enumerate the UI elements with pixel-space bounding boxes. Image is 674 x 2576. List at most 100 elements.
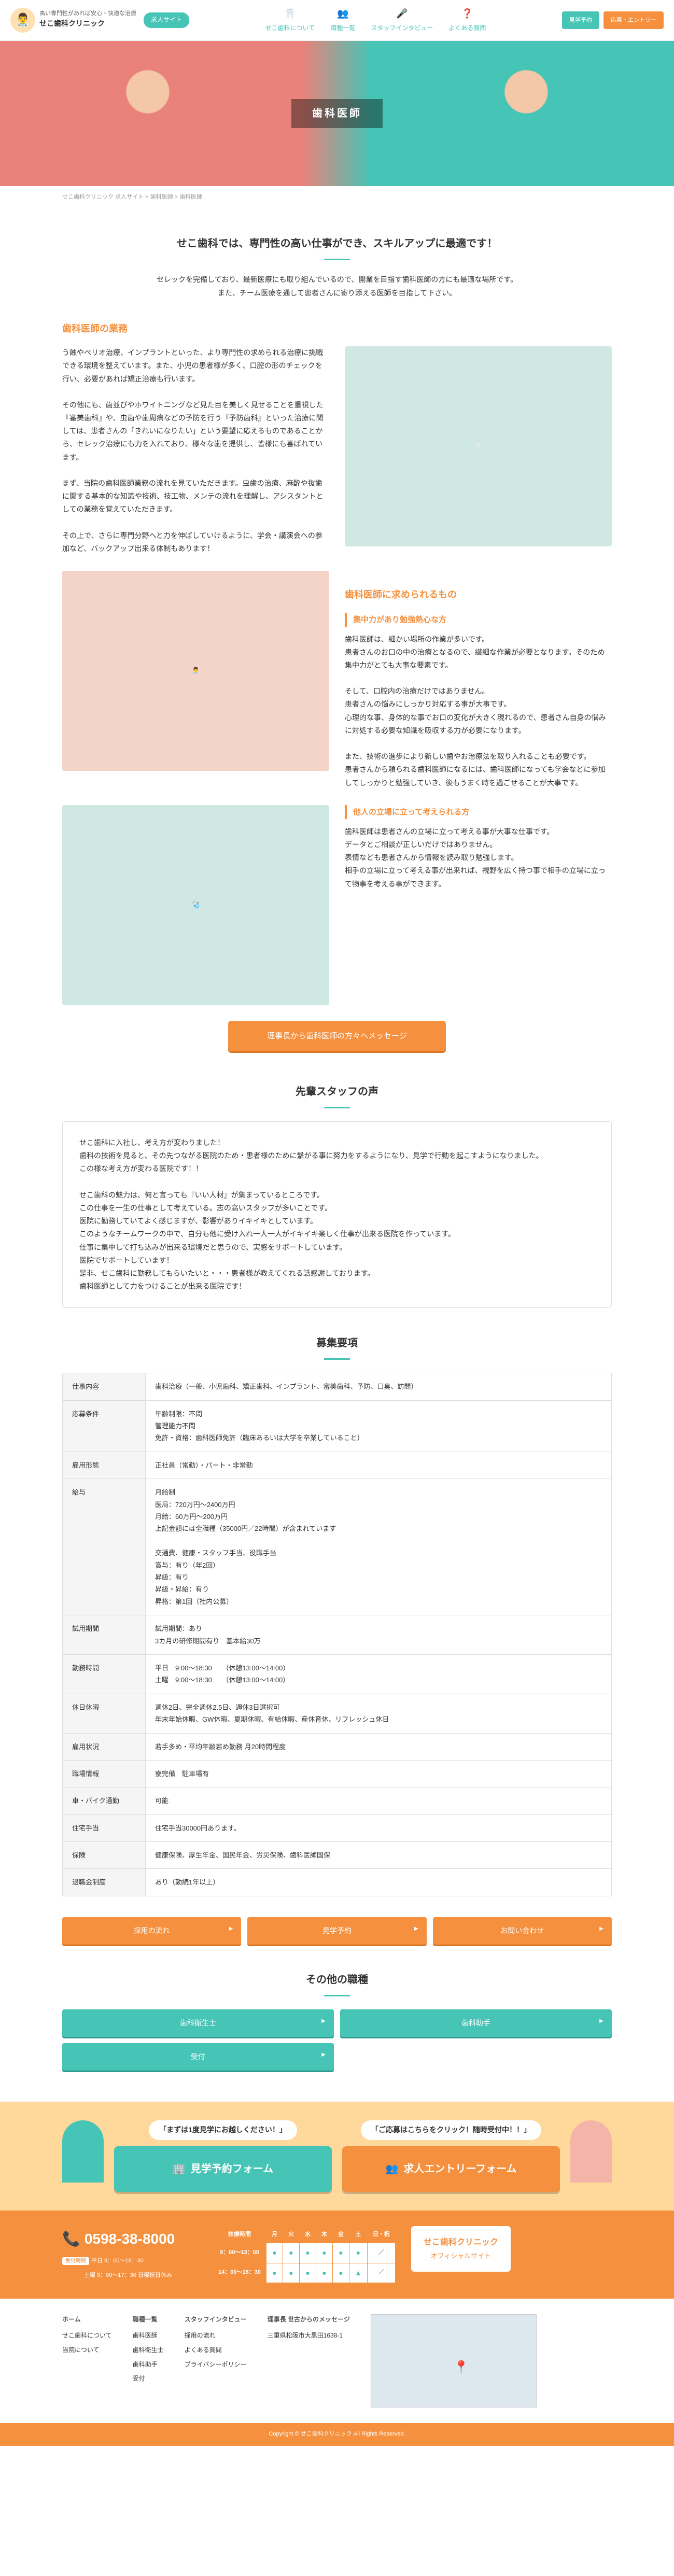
table-cell: 平日 9:00〜18:30 （休憩13:00〜14:00） 土曜 9:00〜18… (146, 1654, 612, 1694)
photo-treatment-2: 🩺 (62, 805, 329, 1005)
table-header: 休日休暇 (63, 1694, 146, 1733)
duties-body: う蝕やぺリオ治療、インプラントといった、より専門性の求められる治療に挑戦できる環… (62, 346, 329, 555)
other-job-assistant[interactable]: 歯科助手 (340, 2009, 612, 2037)
action-button[interactable]: 採用の流れ (62, 1917, 241, 1945)
table-header: 雇用形態 (63, 1452, 146, 1479)
action-button[interactable]: お問い合わせ (433, 1917, 612, 1945)
director-message-button[interactable]: 理事長から歯科医師の方々へメッセージ (228, 1021, 446, 1051)
cta-person-right (570, 2120, 612, 2183)
logo[interactable]: 👨‍⚕️ 高い専門性があれば安心・快適な治療 せこ歯科クリニック 求人サイト (10, 8, 189, 33)
req-body1: 歯科医師は、細かい場所の作業が多いです。 患者さんのお口の中の治療となるので、繊… (345, 633, 612, 790)
footer-nav-link[interactable]: プライバシーポリシー (185, 2359, 247, 2371)
building-icon: 🏢 (173, 2160, 186, 2178)
intro-text: セレックを完備しており、最新医療にも取り組んでいるので、開業を目指す歯科医師の方… (62, 273, 612, 299)
footer-nav-link[interactable]: よくある質問 (185, 2345, 247, 2356)
table-header: 勤務時間 (63, 1654, 146, 1694)
footer-nav-link[interactable]: 受付 (133, 2373, 164, 2385)
hours-weekday: 平日 9：00〜18：30 (91, 2258, 144, 2264)
table-cell: 住宅手当30000円あります。 (146, 1814, 612, 1841)
visit-form-button[interactable]: 🏢見学予約フォーム (114, 2146, 332, 2192)
page-headline: せこ歯科では、専門性の高い仕事ができ、スキルアップに最適です！ (62, 234, 612, 260)
table-header: 仕事内容 (63, 1373, 146, 1400)
main-nav: 🦷せこ歯科について 👥職種一覧 🎤スタッフインタビュー ❓よくある質問 (265, 6, 486, 34)
table-cell: 試用期間：あり 3カ月の研修期間有り 基本給30万 (146, 1615, 612, 1655)
cta-person-left (62, 2120, 104, 2183)
nav-icon: 🦷 (283, 6, 297, 21)
photo-doctor-1: 👨‍⚕️ (62, 571, 329, 771)
table-cell: あり（勤続1年以上） (146, 1869, 612, 1896)
breadcrumb: せこ歯科クリニック 求人サイト > 歯科医師 > 歯科医師 (62, 186, 612, 209)
cta-strip: 「まずは1度見学にお越しください！」 🏢見学予約フォーム 「ご応募はこちらをクリ… (0, 2102, 674, 2210)
nav-icon: 👥 (335, 6, 350, 21)
clinic-name: せこ歯科クリニック (39, 19, 105, 27)
people-icon: 👥 (385, 2160, 398, 2178)
voice-heading: 先輩スタッフの声 (62, 1082, 612, 1108)
map[interactable] (371, 2314, 537, 2408)
table-cell: 寮完備 駐車場有 (146, 1760, 612, 1787)
other-job-hygienist[interactable]: 歯科衛生士 (62, 2009, 334, 2037)
official-site-link[interactable]: せこ歯科クリニック オフィシャルサイト (411, 2226, 511, 2272)
table-cell: 歯科治療（一般、小児歯科、矯正歯科、インプラント、審美歯科、予防、口臭、訪問） (146, 1373, 612, 1400)
header-visit-button[interactable]: 見学予約 (562, 11, 599, 29)
voice-box: せこ歯科に入社し、考え方が変わりました！ 歯科の技術を見ると、その先つながる医院… (62, 1121, 612, 1308)
table-header: 住宅手当 (63, 1814, 146, 1841)
footer-nav-link[interactable]: 三重県松阪市大黒田1638-1 (268, 2330, 350, 2342)
footer-nav-link[interactable]: せこ歯科について (62, 2330, 112, 2342)
footer-nav-heading: 理事長 世古からのメッセージ (268, 2314, 350, 2326)
entry-form-button[interactable]: 👥求人エントリーフォーム (342, 2146, 560, 2192)
copyright: Copyright © せこ歯科クリニック All Rights Reserve… (0, 2423, 674, 2446)
footer-nav-link[interactable]: 歯科衛生士 (133, 2345, 164, 2356)
table-header: 試用期間 (63, 1615, 146, 1655)
hero: 歯科医師 (0, 41, 674, 186)
hours-table: 診療時間月火水木金土日・祝9：00〜13：00●●●●●●／14：00〜18：3… (213, 2226, 396, 2283)
footer-nav-link[interactable]: 歯科医師 (133, 2330, 164, 2342)
footer-nav: ホームせこ歯科について当院について職種一覧歯科医師歯科衛生士歯科助手受付スタッフ… (0, 2299, 674, 2423)
table-header: 職場情報 (63, 1760, 146, 1787)
table-cell: 月給制 医局：720万円〜2400万円 月給：60万円〜200万円 上記金額には… (146, 1479, 612, 1615)
hero-title: 歯科医師 (291, 99, 383, 128)
table-header: 車・バイク通勤 (63, 1787, 146, 1814)
logo-icon: 👨‍⚕️ (10, 8, 35, 33)
footer-nav-heading: スタッフインタビュー (185, 2314, 247, 2326)
nav-item[interactable]: 🦷せこ歯科について (265, 6, 315, 34)
logo-tagline: 高い専門性があれば安心・快適な治療 (39, 10, 136, 17)
nav-icon: ❓ (460, 6, 474, 21)
cta-left-label: 「まずは1度見学にお越しください！」 (149, 2120, 297, 2139)
header-entry-button[interactable]: 応募・エントリー (603, 11, 664, 29)
other-job-reception[interactable]: 受付 (62, 2043, 334, 2071)
hero-person-left (101, 51, 194, 186)
footer-nav-link[interactable]: 当院について (62, 2345, 112, 2356)
other-jobs-heading: その他の職種 (62, 1970, 612, 1996)
table-cell: 週休2日、完全週休2.5日、週休3日選択可 年末年始休暇、GW休暇、夏期休暇、有… (146, 1694, 612, 1733)
site-badge: 求人サイト (144, 12, 189, 28)
recruit-table: 仕事内容歯科治療（一般、小児歯科、矯正歯科、インプラント、審美歯科、予防、口臭、… (62, 1373, 612, 1896)
recruit-heading: 募集要項 (62, 1334, 612, 1360)
phone-icon: 📞 (62, 2226, 80, 2252)
req-sub1: 集中力があり勉強熱心な方 (345, 613, 612, 627)
nav-item[interactable]: 👥職種一覧 (330, 6, 355, 34)
nav-item[interactable]: ❓よくある質問 (448, 6, 486, 34)
cta-right-label: 「ご応募はこちらをクリック！随時受付中！！」 (361, 2120, 541, 2139)
table-cell: 若手多め・平均年齢若め勤務 月20時間程度 (146, 1733, 612, 1760)
table-cell: 可能 (146, 1787, 612, 1814)
table-header: 退職金制度 (63, 1869, 146, 1896)
footer-nav-link[interactable]: 採用の流れ (185, 2330, 247, 2342)
photo-treatment-1: 🦷 (345, 346, 612, 546)
table-header: 応募条件 (63, 1400, 146, 1452)
footer-nav-link[interactable]: 歯科助手 (133, 2359, 164, 2371)
table-header: 給与 (63, 1479, 146, 1615)
nav-item[interactable]: 🎤スタッフインタビュー (371, 6, 433, 34)
req-sub2: 他人の立場に立って考えられる方 (345, 805, 612, 819)
table-cell: 正社員（常勤）・パート・非常勤 (146, 1452, 612, 1479)
nav-icon: 🎤 (395, 6, 409, 21)
table-header: 雇用状況 (63, 1733, 146, 1760)
req-body2: 歯科医師は患者さんの立場に立って考える事が大事な仕事です。 データとご相談が正し… (345, 825, 612, 891)
footer-nav-heading: 職種一覧 (133, 2314, 164, 2326)
requirements-heading: 歯科医師に求められるもの (345, 586, 612, 603)
duties-heading: 歯科医師の業務 (62, 320, 612, 337)
table-header: 保険 (63, 1842, 146, 1869)
hero-person-right (480, 51, 573, 186)
footer-info: 📞0598-38-8000 受付時間平日 9：00〜18：30 土曜 9：00〜… (0, 2211, 674, 2299)
action-button[interactable]: 見学予約 (247, 1917, 426, 1945)
phone-number[interactable]: 📞0598-38-8000 (62, 2226, 197, 2252)
